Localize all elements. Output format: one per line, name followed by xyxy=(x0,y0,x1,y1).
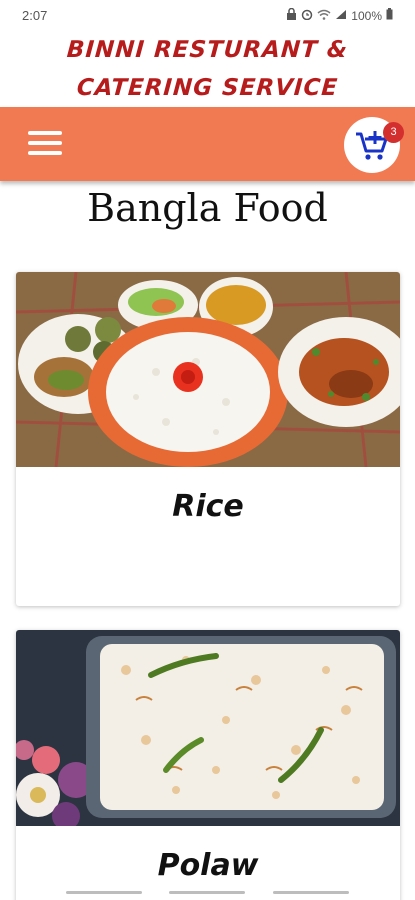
food-card-rice[interactable]: Rice xyxy=(16,272,400,606)
category-title: Bangla Food xyxy=(87,186,328,230)
battery-level: 100% xyxy=(351,8,382,23)
alarm-icon xyxy=(301,8,313,23)
status-time: 2:07 xyxy=(22,8,48,23)
signal-icon xyxy=(335,9,347,23)
hamburger-menu-icon[interactable] xyxy=(28,131,62,157)
polaw-photo xyxy=(16,630,400,826)
rice-photo xyxy=(16,272,400,467)
status-icons: 100% xyxy=(286,7,393,23)
bottom-nav-handle xyxy=(0,891,415,894)
brand-title-line2: CATERING SERVICE xyxy=(75,75,339,101)
cart-count-badge: 3 xyxy=(383,122,404,143)
food-card-polaw[interactable]: Polaw xyxy=(16,630,400,900)
status-bar: 2:07 100% xyxy=(0,0,415,30)
food-card-label: Rice xyxy=(172,489,244,524)
wifi-icon xyxy=(317,9,331,23)
toolbar: 3 xyxy=(0,107,415,181)
brand-title-line1: BINNI RESTURANT & xyxy=(66,37,349,63)
brand-header: BINNI RESTURANT & CATERING SERVICE xyxy=(0,30,415,106)
cart-button[interactable]: 3 xyxy=(344,117,404,173)
battery-icon xyxy=(386,8,393,23)
food-card-label: Polaw xyxy=(157,848,259,883)
lock-icon xyxy=(286,7,297,23)
